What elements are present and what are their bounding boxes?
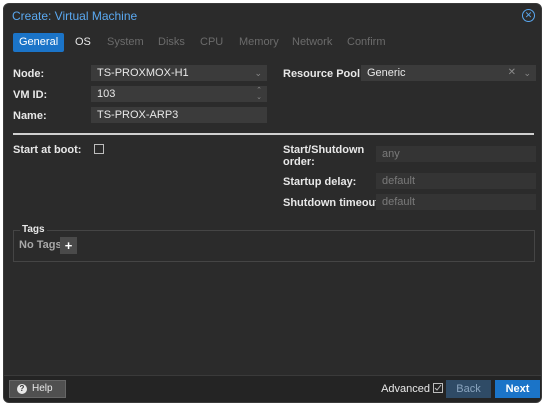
tab-general[interactable]: General xyxy=(13,33,65,52)
node-select[interactable]: TS-PROXMOX-H1 ⌄ xyxy=(91,65,267,81)
tags-fieldset xyxy=(13,230,535,262)
checkmark-icon xyxy=(434,384,442,391)
next-button[interactable]: Next xyxy=(495,380,540,398)
plus-icon: + xyxy=(64,238,73,253)
startup-delay-placeholder: default xyxy=(382,175,416,187)
help-label: Help xyxy=(32,383,53,394)
shutdown-order-input[interactable]: any xyxy=(376,146,536,162)
dialog-title: Create: Virtual Machine xyxy=(12,9,138,23)
pool-value: Generic xyxy=(367,67,406,79)
vmid-value: 103 xyxy=(97,88,116,100)
node-label: Node: xyxy=(13,68,45,80)
chevron-down-icon[interactable]: ⌄ xyxy=(523,65,531,81)
no-tags-text: No Tags xyxy=(19,239,62,251)
tab-confirm: Confirm xyxy=(347,36,386,48)
node-value: TS-PROXMOX-H1 xyxy=(97,67,189,79)
name-label: Name: xyxy=(13,110,47,122)
tags-legend: Tags xyxy=(20,224,47,235)
advanced-toggle[interactable]: Advanced xyxy=(381,382,443,395)
name-input[interactable]: TS-PROX-ARP3 xyxy=(91,107,267,123)
startup-delay-input[interactable]: default xyxy=(376,173,536,189)
shutdown-order-placeholder: any xyxy=(382,148,400,160)
name-value: TS-PROX-ARP3 xyxy=(97,109,179,121)
help-button[interactable]: ? Help xyxy=(9,380,66,398)
chevron-down-icon[interactable]: ⌄ xyxy=(254,65,262,81)
clear-x-icon[interactable]: ✕ xyxy=(508,65,516,81)
create-vm-dialog: Create: Virtual Machine ✕ General OS Sys… xyxy=(3,3,542,403)
close-circle-icon[interactable]: ✕ xyxy=(522,9,535,22)
tab-memory: Memory xyxy=(239,36,279,48)
shutdown-timeout-input[interactable]: default xyxy=(376,194,536,210)
add-tag-button[interactable]: + xyxy=(60,237,77,254)
advanced-label: Advanced xyxy=(381,383,430,395)
tab-network: Network xyxy=(292,36,333,48)
tab-cpu: CPU xyxy=(200,36,224,48)
vmid-input[interactable]: 103 ⌃ ⌄ xyxy=(91,86,267,102)
shutdown-order-label: Start/Shutdown order: xyxy=(283,144,364,168)
tab-disks: Disks xyxy=(158,36,185,48)
shutdown-order-label-line1: Start/Shutdown xyxy=(283,144,365,156)
startup-delay-label: Startup delay: xyxy=(283,176,357,188)
section-divider xyxy=(13,133,534,135)
back-button[interactable]: Back xyxy=(446,380,491,398)
advanced-checkbox[interactable] xyxy=(433,383,443,393)
shutdown-order-label-line2: order: xyxy=(283,156,315,168)
pool-label: Resource Pool: xyxy=(283,68,364,80)
tab-os[interactable]: OS xyxy=(75,33,91,52)
dialog-titlebar: Create: Virtual Machine ✕ xyxy=(4,4,541,28)
vmid-label: VM ID: xyxy=(13,89,48,101)
question-icon: ? xyxy=(17,384,27,394)
start-at-boot-checkbox[interactable] xyxy=(94,144,104,154)
pool-select[interactable]: Generic ✕ ⌄ xyxy=(361,65,536,81)
start-at-boot-label: Start at boot: xyxy=(13,144,82,156)
tab-system: System xyxy=(107,36,144,48)
shutdown-timeout-label: Shutdown timeout: xyxy=(283,197,383,209)
spinner-arrows-icon[interactable]: ⌃ ⌄ xyxy=(256,87,262,101)
dialog-footer: ? Help Advanced Back Next xyxy=(4,375,541,402)
shutdown-timeout-placeholder: default xyxy=(382,196,416,208)
